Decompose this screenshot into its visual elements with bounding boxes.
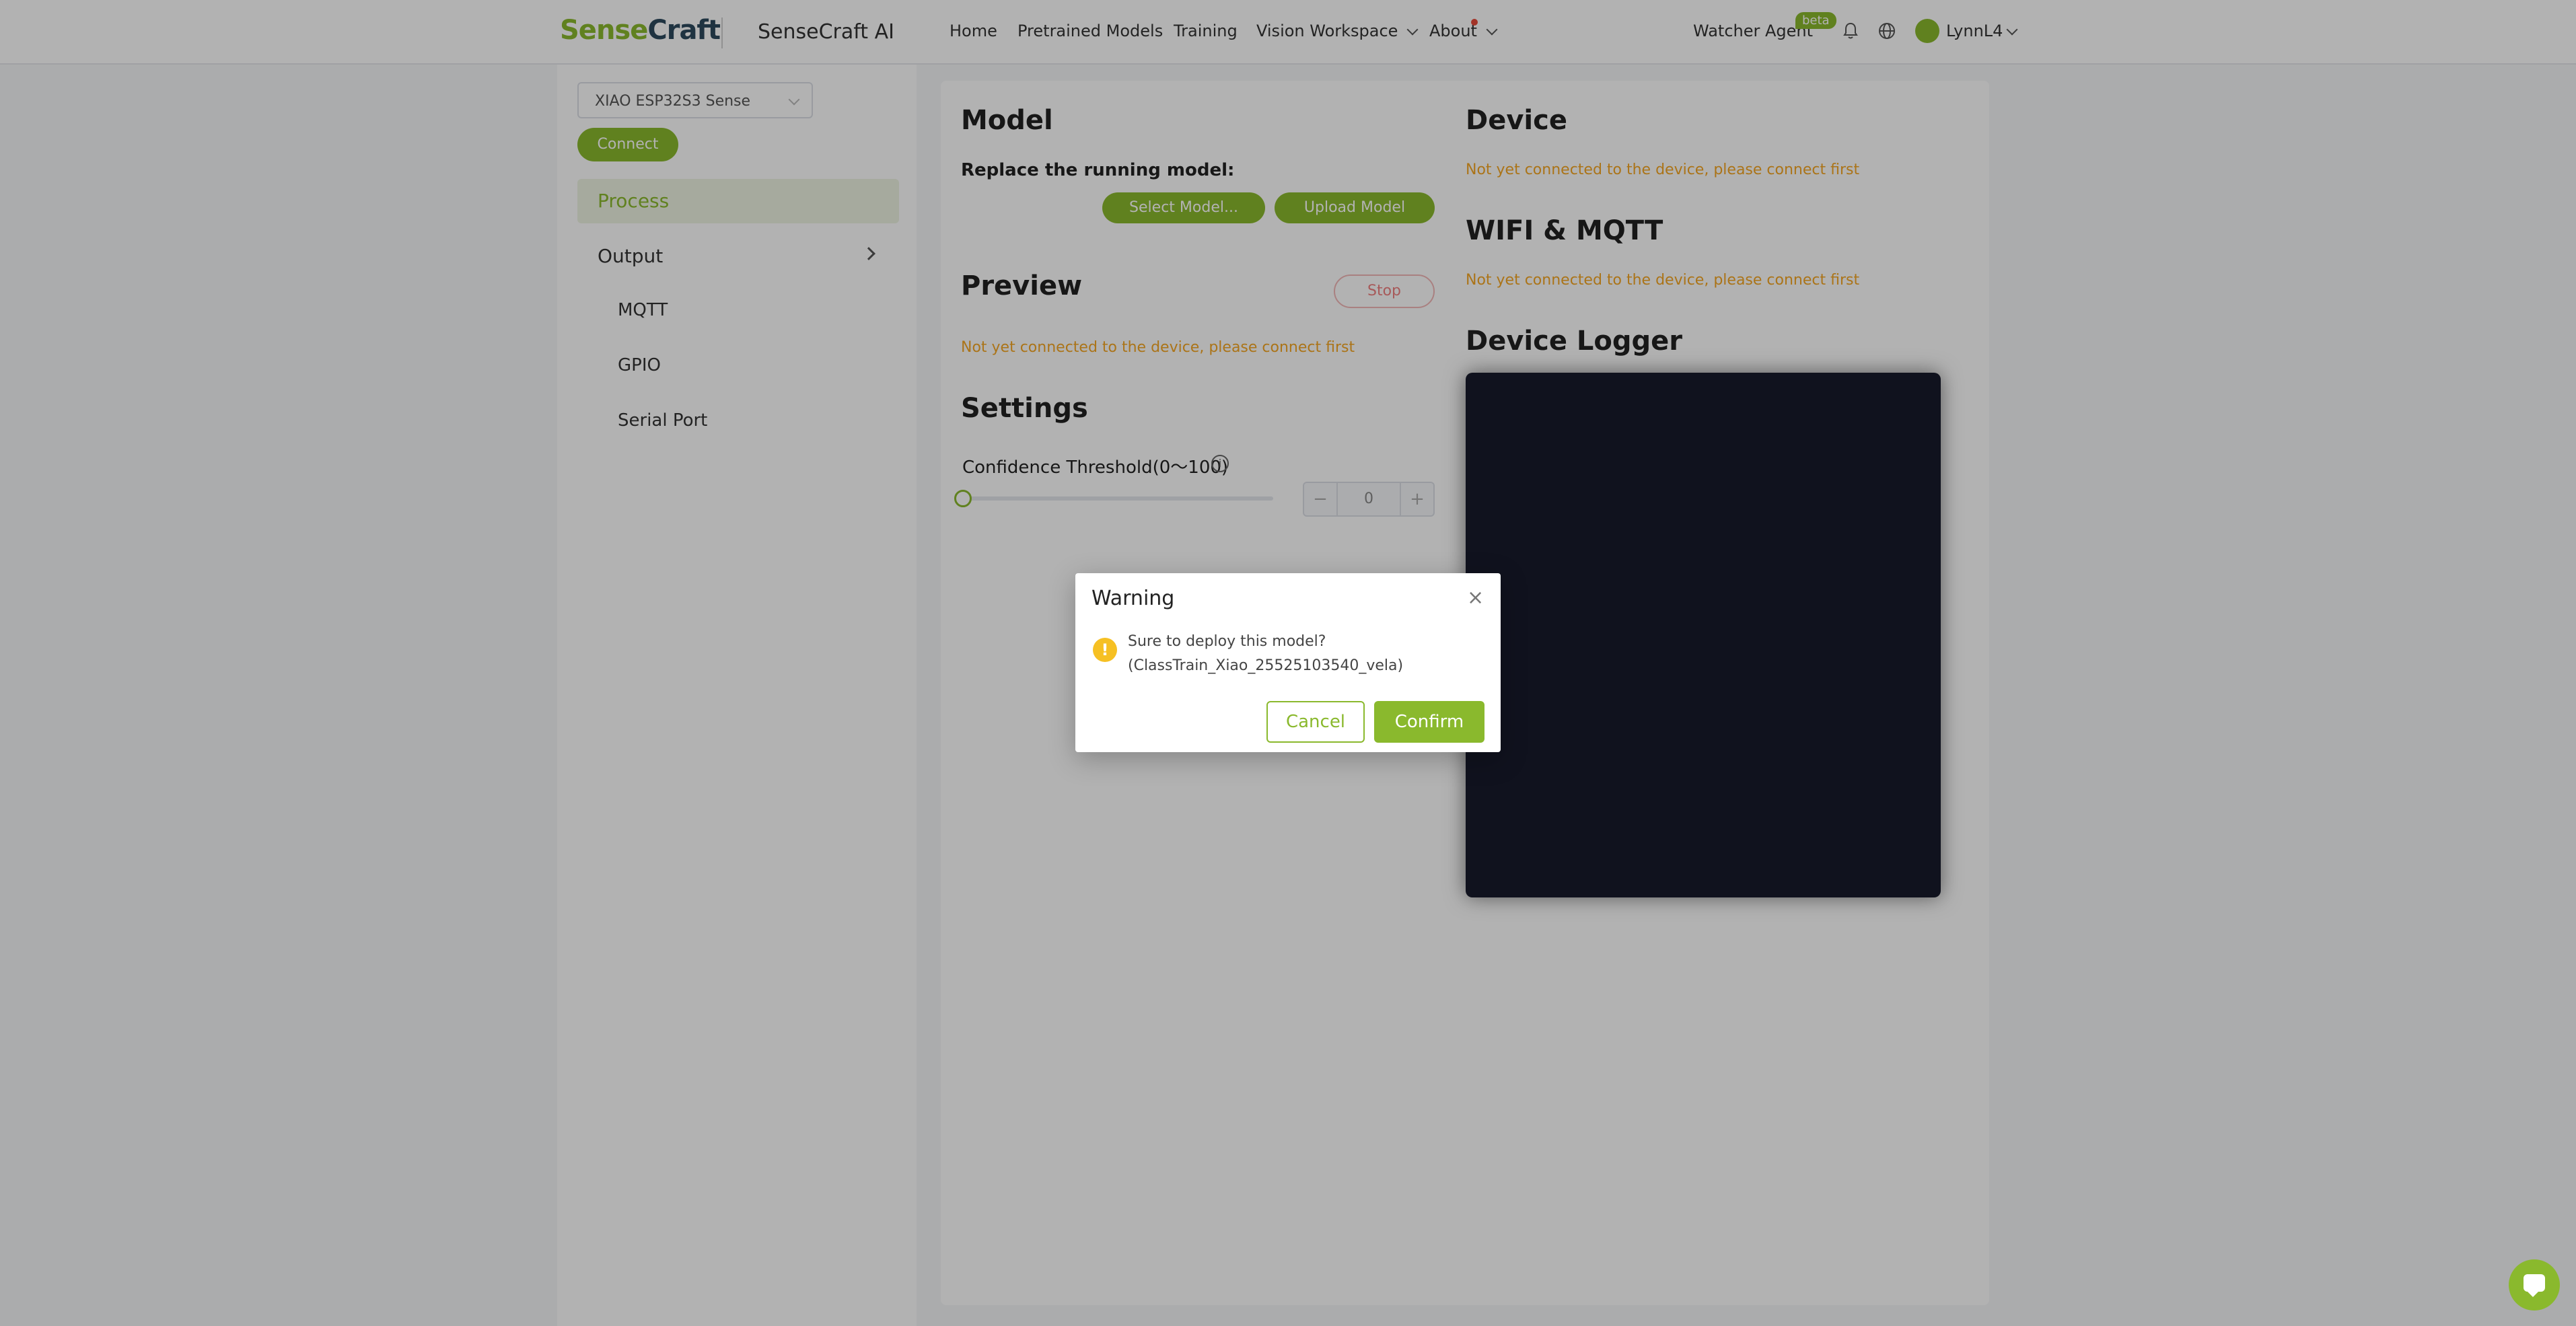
chat-icon	[2524, 1274, 2545, 1297]
warning-dialog: Warning × ! Sure to deploy this model? (…	[1075, 573, 1501, 752]
chat-support-button[interactable]	[2509, 1259, 2560, 1311]
dialog-message: Sure to deploy this model? (ClassTrain_X…	[1128, 630, 1403, 678]
dialog-message-line1: Sure to deploy this model?	[1128, 633, 1326, 650]
close-icon[interactable]: ×	[1467, 588, 1484, 608]
dialog-message-line2: (ClassTrain_Xiao_25525103540_vela)	[1128, 657, 1404, 674]
confirm-button[interactable]: Confirm	[1374, 701, 1484, 743]
cancel-button[interactable]: Cancel	[1266, 701, 1365, 743]
dialog-title: Warning	[1092, 587, 1175, 610]
warning-icon: !	[1093, 638, 1117, 662]
